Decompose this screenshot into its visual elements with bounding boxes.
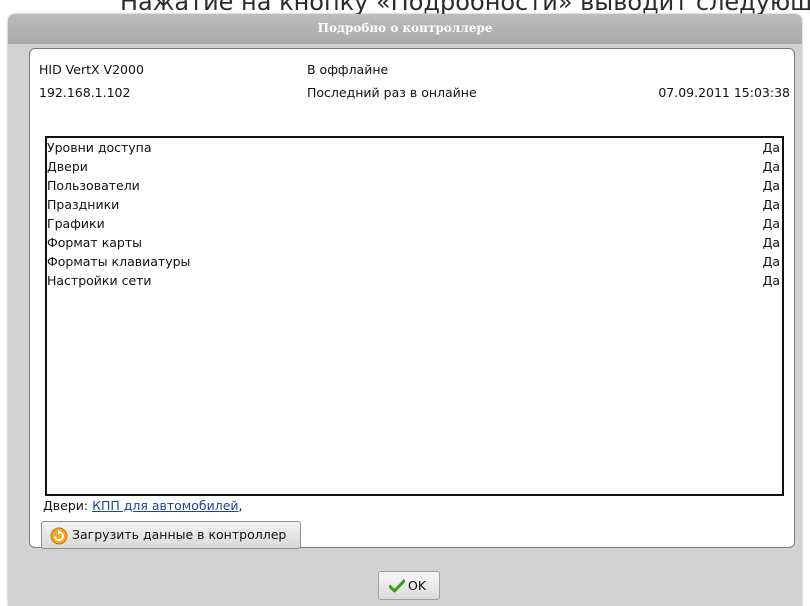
item-value: Да (762, 197, 780, 212)
item-name: Уровни доступа (47, 140, 152, 155)
item-name: Графики (47, 216, 105, 231)
checkmark-icon (388, 579, 406, 593)
list-item[interactable]: Пользователи Да (47, 176, 782, 195)
last-online-label: Последний раз в онлайне (307, 85, 477, 100)
item-value: Да (762, 273, 780, 288)
controller-ip: 192.168.1.102 (39, 85, 131, 100)
last-online-time: 07.09.2011 15:03:38 (658, 85, 790, 100)
item-name: Настройки сети (47, 273, 152, 288)
item-value: Да (762, 254, 780, 269)
item-value: Да (762, 140, 780, 155)
doors-line: Двери: КПП для автомобилей, (43, 498, 243, 513)
item-name: Пользователи (47, 178, 140, 193)
doors-label: Двери: (43, 498, 89, 513)
list-item[interactable]: Настройки сети Да (47, 271, 782, 290)
ok-button[interactable]: OK (378, 571, 440, 600)
doors-link[interactable]: КПП для автомобилей (92, 498, 238, 513)
item-name: Формат карты (47, 235, 142, 250)
item-value: Да (762, 178, 780, 193)
controller-details-dialog: Подробно о контроллере HID VertX V2000 В… (8, 14, 802, 606)
item-value: Да (762, 216, 780, 231)
item-name: Форматы клавиатуры (47, 254, 191, 269)
item-value: Да (762, 235, 780, 250)
item-value: Да (762, 159, 780, 174)
refresh-arrow-icon (50, 527, 68, 545)
list-item[interactable]: Двери Да (47, 157, 782, 176)
dialog-title: Подробно о контроллере (8, 14, 802, 44)
doors-suffix: , (238, 498, 243, 513)
upload-to-controller-button[interactable]: Загрузить данные в контроллер (41, 521, 301, 549)
list-item[interactable]: Графики Да (47, 214, 782, 233)
ok-button-label: OK (408, 578, 427, 593)
upload-button-label: Загрузить данные в контроллер (72, 527, 287, 542)
list-item[interactable]: Форматы клавиатуры Да (47, 252, 782, 271)
data-items-list[interactable]: Уровни доступа Да Двери Да Пользователи … (45, 136, 784, 496)
controller-model: HID VertX V2000 (39, 62, 144, 77)
list-item[interactable]: Праздники Да (47, 195, 782, 214)
item-name: Двери (47, 159, 88, 174)
list-item[interactable]: Формат карты Да (47, 233, 782, 252)
list-item[interactable]: Уровни доступа Да (47, 138, 782, 157)
item-name: Праздники (47, 197, 120, 212)
details-panel: HID VertX V2000 В оффлайне 192.168.1.102… (29, 48, 795, 549)
controller-status: В оффлайне (307, 62, 389, 77)
